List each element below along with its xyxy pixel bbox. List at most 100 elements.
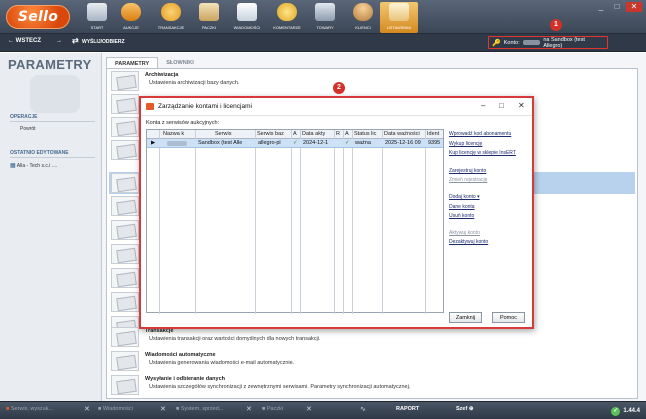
account-indicator[interactable]: 🔑 Konto: na Sandbox (test Allegro) [488,36,608,49]
settings-icon [389,3,409,21]
link-delete-account[interactable]: Usuń konto [449,213,474,219]
check-icon: ✓ [293,140,298,146]
cell-serwis: Sandbox (test Alle [198,140,243,146]
taskbar-item[interactable]: ■ Serwis, wyszuk... [6,406,53,412]
settings-category-icon [111,327,139,347]
link-enter-subscription-code[interactable]: Wprowadź kod abonamentu [449,131,511,137]
user-indicator[interactable]: Szef ⊕ [456,406,473,412]
link-register-account[interactable]: Zarejestruj konto [449,168,486,174]
settings-category-icon [111,71,139,91]
version-indicator: ✓ 1.44.4 [611,405,640,417]
column-header[interactable]: Serwis [215,131,253,137]
toolbar-transakcje-button[interactable]: TRANSAKCJE [152,2,190,33]
toolbar-komentarze-button[interactable]: KOMENTARZE [268,2,306,33]
settings-category-icon [111,268,139,288]
navigation-bar: ← WSTECZ → ⇄ WYŚLIJ/ODBIERZ 🔑 Konto: na … [0,34,646,52]
report-button[interactable]: RAPORT [396,406,419,412]
row-pointer-icon: ▶ [151,140,156,146]
key-icon: 🔑 [492,39,501,47]
app-icon: ■ [6,406,10,412]
back-button[interactable]: ← WSTECZ [8,38,41,44]
table-row-selected[interactable]: ▶ Sandbox (test Alle allegro-pl ✓ 2024-1… [147,139,443,148]
close-icon[interactable]: ✕ [246,405,252,413]
divider [10,121,95,122]
taskbar-item[interactable]: ■ Paczki [262,406,283,412]
column-header[interactable]: Data akty [302,131,334,137]
settings-category-icon [111,94,139,114]
section-operations-title: OPERACJE [10,114,38,120]
goods-icon [315,3,335,21]
column-header[interactable]: Ident [427,131,444,137]
toolbar-paczki-button[interactable]: PACZKI [190,2,228,33]
close-icon[interactable]: ✕ [84,405,90,413]
close-dialog-button[interactable]: Zamknij [449,312,482,323]
account-name-redacted [167,141,187,146]
column-header[interactable]: Status lic [354,131,382,137]
toolbar-klienci-button[interactable]: KLIENCI [344,2,382,33]
main-toolbar: Sello START AUKCJE TRANSAKCJE PACZKI WIA… [0,0,646,34]
link-deactivate-account[interactable]: Dezaktywuj konto [449,239,488,245]
annotation-marker-1: 1 [550,19,562,31]
app-icon: ■ [98,406,102,412]
settings-category-icon [111,351,139,371]
pulse-icon[interactable]: ∿ [360,405,366,413]
toolbar-wiadomosci-button[interactable]: WIADOMOŚCI [228,2,266,33]
left-panel: PARAMETRY OPERACJE Powrót OSTATNIO EDYTO… [0,53,102,401]
maximize-button[interactable]: □ [610,2,624,12]
link-add-account[interactable]: Dodaj konto ▾ [449,194,480,200]
column-header[interactable]: Serwis baz [257,131,291,137]
ok-status-icon: ✓ [611,406,621,416]
close-button[interactable]: ✕ [626,2,642,12]
table-header: Nazwa k Serwis Serwis baz A Data akty R … [147,130,443,139]
toolbar-start-button[interactable]: START [78,2,116,33]
list-item[interactable]: Wiadomości automatyczne Ustawienia gener… [109,350,635,372]
section-recent-title: OSTATNIO EDYTOWANE [10,150,69,156]
taskbar-item[interactable]: ■ Wiadomości [98,406,133,412]
accounts-licenses-dialog: Zarządzanie kontami i licencjami – □ ✕ K… [139,96,534,329]
settings-category-icon [111,220,139,240]
help-button[interactable]: Pomoc [492,312,525,323]
dialog-maximize-button[interactable]: □ [499,101,504,110]
minimize-button[interactable]: _ [594,2,608,12]
recent-item[interactable]: ▦ Alla - Tech s.c.i .... [10,162,57,169]
column-header[interactable]: Data ważności [384,131,426,137]
version-label: 1.44.4 [623,408,640,414]
accounts-label: Konta z serwisów aukcyjnych: [146,120,220,126]
back-link[interactable]: Powrót [20,126,36,132]
sync-icon[interactable]: ⇄ [72,36,79,45]
cell-status: ważna [355,140,371,146]
accounts-table[interactable]: Nazwa k Serwis Serwis baz A Data akty R … [146,129,444,314]
toolbar-ustawienia-button[interactable]: USTAWIENIA [380,2,418,33]
home-icon [87,3,107,21]
close-icon[interactable]: ✕ [306,405,312,413]
dialog-close-button[interactable]: ✕ [518,101,525,110]
list-item[interactable]: Wysyłanie i odbieranie danych Ustawienia… [109,374,635,396]
settings-category-icon [111,292,139,312]
link-change-registration[interactable]: Zmień rejestrację [449,177,487,183]
grid-icon: ▦ [10,163,16,169]
link-account-data[interactable]: Dane konta [449,204,475,210]
app-icon: ■ [262,406,266,412]
app-icon [146,103,154,110]
sync-button[interactable]: WYŚLIJ/ODBIERZ [82,39,125,45]
link-activate-account[interactable]: Aktywuj konto [449,230,480,236]
dialog-minimize-button[interactable]: – [481,101,485,110]
toolbar-aukcje-button[interactable]: AUKCJE [112,2,150,33]
column-header[interactable]: Nazwa k [163,131,195,137]
settings-category-icon [111,196,139,216]
transaction-icon [161,3,181,21]
status-bar: ■ Serwis, wyszuk... ✕ ■ Wiadomości ✕ ■ S… [0,401,646,419]
close-icon[interactable]: ✕ [160,405,166,413]
sello-logo: Sello [6,5,70,29]
taskbar-item[interactable]: ■ System, sprzed... [176,406,223,412]
message-icon [237,3,257,21]
annotation-marker-2: 2 [333,82,345,94]
app-icon: ■ [176,406,180,412]
settings-category-icon [111,375,139,395]
forward-button[interactable]: → [56,38,62,44]
link-buy-license[interactable]: Wykup licencję [449,141,482,147]
list-item[interactable]: Archiwizacja Ustawienia archiwizacji baz… [109,70,635,92]
toolbar-towary-button[interactable]: TOWARY [306,2,344,33]
link-buy-in-insert-store[interactable]: Kup licencję w sklepie InsERT [449,150,516,156]
list-item[interactable]: Transakcje Ustawienia transakcji oraz wa… [109,326,635,348]
